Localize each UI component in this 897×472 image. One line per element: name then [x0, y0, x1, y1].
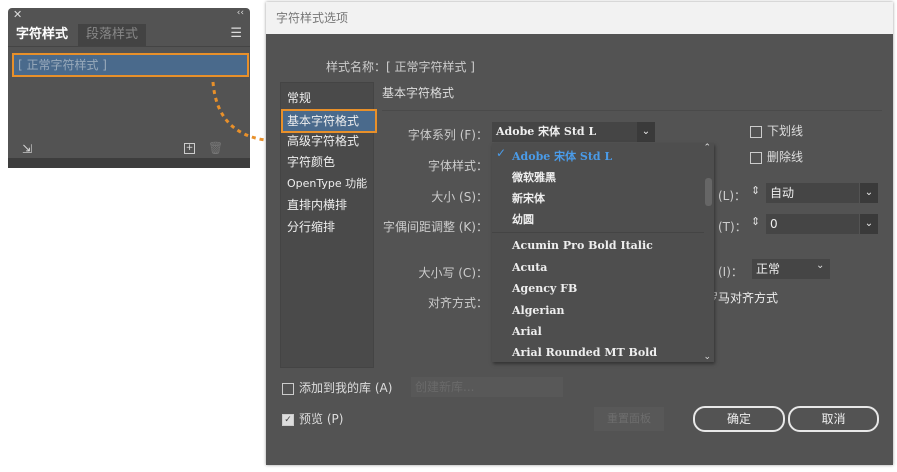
load-styles-icon[interactable]: ⇲ — [22, 142, 32, 156]
check-icon: ✓ — [496, 146, 507, 160]
tracking-field[interactable]: 0 — [766, 214, 859, 234]
tab-character-styles[interactable]: 字符样式 — [8, 24, 77, 46]
strikethrough-checkbox[interactable] — [750, 151, 762, 164]
leading-field[interactable]: 自动 — [766, 183, 859, 203]
scroll-down-icon[interactable]: ⌄ — [703, 352, 711, 362]
add-library-label: 添加到我的库 (A) — [299, 381, 393, 395]
dialog-title: 字符样式选项 — [266, 2, 893, 34]
underline-label: 下划线 — [767, 124, 804, 138]
preview-label: 预览 (P) — [299, 412, 344, 426]
preview-checkbox[interactable]: ✓ — [282, 413, 294, 426]
rotation-label: (I)： — [718, 265, 743, 279]
font-dropdown-list: ✓ Adobe 宋体 Std L 微软雅黑 新宋体 幼圆 Acumin Pro … — [492, 143, 714, 362]
font-option[interactable]: Acumin Pro Bold Italic — [512, 239, 653, 252]
font-option[interactable]: 微软雅黑 — [512, 169, 556, 185]
stepper-icon[interactable]: ⇕ — [751, 184, 760, 197]
tracking-label: (T)： — [718, 220, 747, 234]
nav-general[interactable]: 常规 — [287, 88, 311, 108]
new-style-icon[interactable]: + — [184, 143, 195, 154]
font-option[interactable]: 幼圆 — [512, 211, 534, 227]
close-icon[interactable]: ✕ — [13, 8, 22, 21]
connector-dotted-curve — [211, 81, 266, 142]
kerning-label: 字偶间距调整 (K)： — [382, 220, 488, 234]
tab-paragraph-styles[interactable]: 段落样式 — [78, 24, 147, 46]
add-library-checkbox[interactable] — [282, 382, 294, 395]
underline-checkbox[interactable] — [750, 125, 762, 138]
font-option[interactable]: Agency FB — [512, 282, 577, 295]
chevron-down-icon[interactable]: ⌄ — [860, 214, 878, 234]
character-style-options-dialog: 字符样式选项 样式名称： [ 正常字符样式 ] 常规 基本字符格式 高级字符格式… — [266, 2, 893, 465]
font-option[interactable]: Arial Rounded MT Bold — [512, 346, 657, 359]
style-name-field[interactable]: [ 正常字符样式 ] — [386, 58, 475, 75]
alignment-label: 对齐方式： — [427, 296, 488, 310]
chevron-down-icon[interactable]: ⌄ — [860, 183, 878, 203]
reset-panel-button[interactable]: 重置面板 — [594, 407, 664, 431]
resize-handle[interactable] — [8, 158, 250, 168]
library-select[interactable]: 创建新库... — [411, 377, 563, 397]
section-title: 基本字符格式 — [382, 86, 455, 100]
size-label: 大小 (S)： — [431, 190, 488, 204]
font-option[interactable]: Adobe 宋体 Std L — [512, 148, 612, 164]
leading-label: (L)： — [718, 189, 747, 203]
font-option[interactable]: 新宋体 — [512, 190, 545, 206]
chevron-down-icon: ⌄ — [816, 260, 825, 271]
font-option[interactable]: Arial — [512, 325, 542, 338]
cancel-button[interactable]: 取消 — [788, 406, 879, 432]
scrollbar-thumb[interactable] — [705, 178, 712, 206]
font-option[interactable]: Algerian — [512, 304, 565, 317]
menu-icon[interactable]: ☰ — [230, 26, 242, 41]
font-style-label: 字体样式： — [427, 159, 488, 173]
style-name-label: 样式名称： — [325, 60, 386, 74]
strikethrough-label: 删除线 — [767, 150, 804, 164]
scroll-up-icon[interactable]: ⌃ — [703, 143, 711, 153]
chevron-down-icon[interactable]: ⌄ — [637, 122, 655, 142]
font-family-select[interactable]: Adobe 宋体 Std L — [492, 122, 637, 142]
stepper-icon[interactable]: ⇕ — [751, 215, 760, 228]
font-family-label: 字体系列 (F)： — [407, 128, 488, 142]
case-label: 大小写 (C)： — [418, 266, 488, 280]
collapse-icon[interactable]: ‹‹ — [237, 8, 244, 18]
ok-button[interactable]: 确定 — [693, 406, 785, 432]
font-option[interactable]: Acuta — [512, 261, 547, 274]
